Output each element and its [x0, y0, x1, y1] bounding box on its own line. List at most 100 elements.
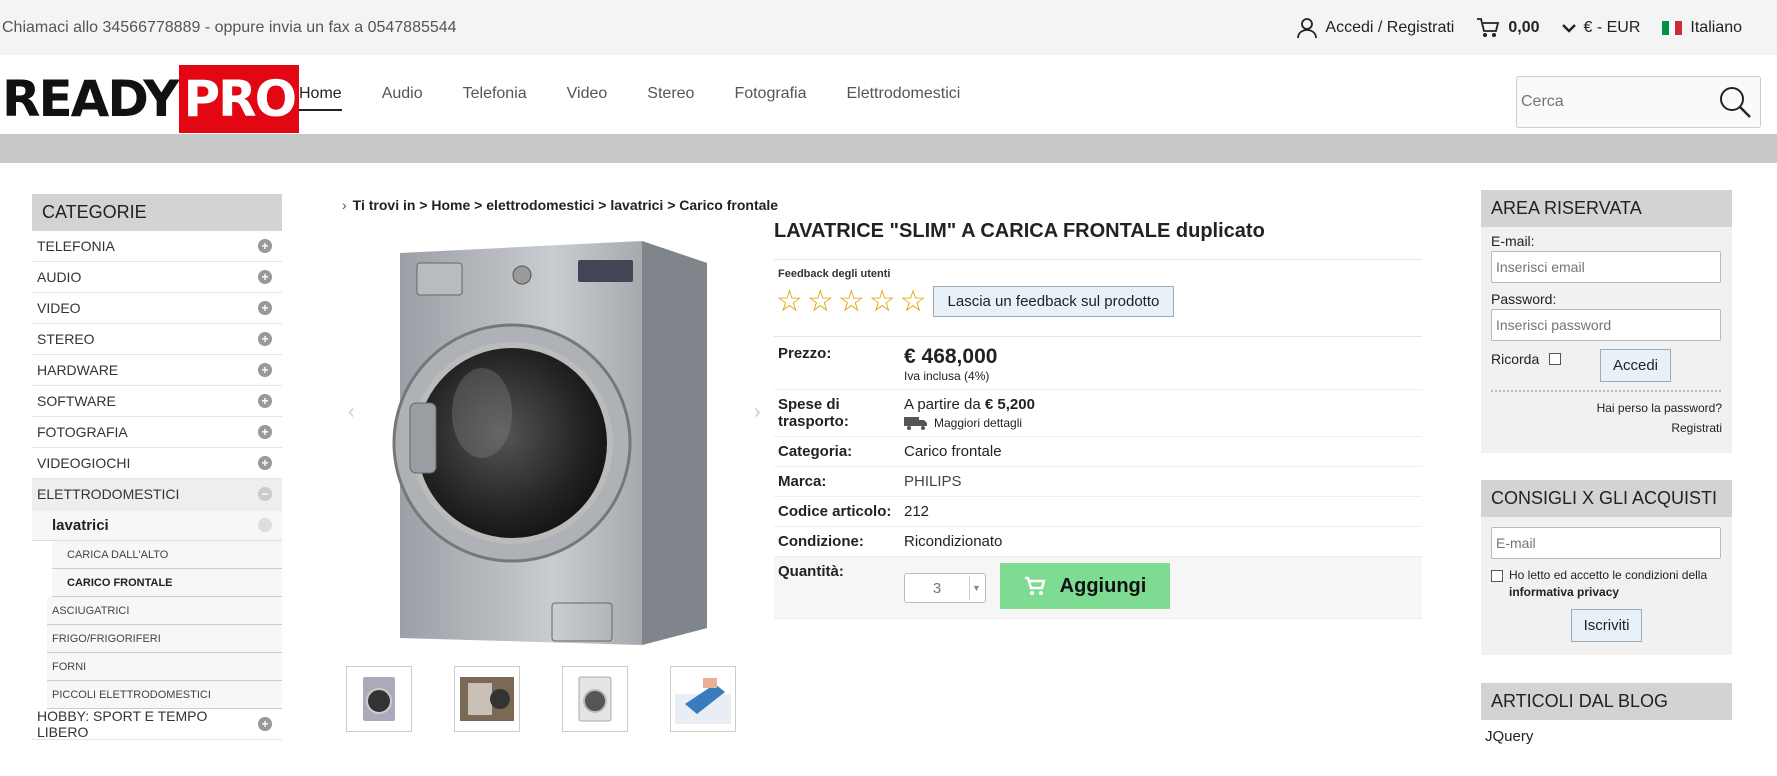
currency-selector[interactable]: € - EUR [1561, 19, 1640, 37]
nav-fotografia[interactable]: Fotografia [734, 85, 806, 111]
star-icon[interactable]: ☆ [807, 286, 834, 317]
nav-elettrodomestici[interactable]: Elettrodomestici [846, 85, 960, 111]
category-item[interactable]: FOTOGRAFIA + [32, 417, 282, 448]
brand-value[interactable]: PHILIPS [904, 473, 962, 490]
subcategory-lavatrici[interactable]: lavatrici [32, 510, 282, 541]
star-icon[interactable]: ☆ [838, 286, 865, 317]
email-field[interactable] [1491, 251, 1721, 283]
main-content: CATEGORIE TELEFONIA + AUDIO + VIDEO + STERE… [0, 163, 1777, 776]
plus-icon[interactable]: + [258, 239, 272, 253]
password-label: Password: [1491, 291, 1557, 307]
login-link[interactable]: Accedi / Registrati [1297, 17, 1454, 39]
star-icon[interactable]: ☆ [900, 286, 927, 317]
quantity-stepper[interactable]: 3 ▼ [904, 573, 986, 603]
subcategory-child-active[interactable]: CARICO FRONTALE [52, 569, 282, 597]
add-to-cart-button[interactable]: Aggiungi [1000, 563, 1170, 609]
price-value: € 468,000 [904, 345, 998, 368]
subcategory-item[interactable]: ASCIUGATRICI [47, 597, 282, 625]
plus-icon[interactable]: + [258, 717, 272, 731]
washing-machine-image[interactable] [342, 233, 737, 653]
category-label: Categoria: [778, 443, 853, 460]
plus-icon[interactable]: + [258, 425, 272, 439]
privacy-link[interactable]: informativa privacy [1509, 585, 1619, 599]
subscribe-button[interactable]: Iscriviti [1570, 609, 1643, 642]
gallery-next-icon[interactable]: › [754, 401, 761, 424]
category-item-open[interactable]: ELETTRODOMESTICI − [32, 479, 282, 510]
category-label: FOTOGRAFIA [37, 424, 128, 440]
email-label: E-mail: [1491, 233, 1535, 249]
search-icon[interactable] [1718, 85, 1752, 119]
thumbnail-strip [346, 666, 736, 732]
remember-checkbox[interactable] [1549, 353, 1562, 365]
category-item[interactable]: HOBBY: SPORT E TEMPO LIBERO + [32, 708, 282, 740]
condition-label: Condizione: [778, 533, 864, 550]
plus-icon[interactable]: + [258, 456, 272, 470]
shipping-details-link[interactable]: Maggiori dettagli [904, 416, 1035, 430]
breadcrumb-link[interactable]: lavatrici [610, 197, 663, 213]
star-icon[interactable]: ☆ [776, 286, 803, 317]
vat-note: Iva inclusa (4%) [904, 369, 990, 383]
thumbnail[interactable] [346, 666, 412, 732]
rating-stars[interactable]: ☆ ☆ ☆ ☆ ☆ Lascia un feedback sul prodott… [776, 286, 1422, 317]
thumbnail[interactable] [454, 666, 520, 732]
blog-title: ARTICOLI DAL BLOG [1481, 683, 1732, 720]
category-item[interactable]: TELEFONIA + [32, 231, 282, 262]
subcategory-child[interactable]: CARICA DALL'ALTO [52, 541, 282, 569]
category-item[interactable]: HARDWARE + [32, 355, 282, 386]
plus-icon[interactable]: + [258, 363, 272, 377]
nav-stereo[interactable]: Stereo [647, 85, 694, 111]
category-label: AUDIO [37, 269, 82, 285]
subcategory-item[interactable]: FRIGO/FRIGORIFERI [47, 625, 282, 653]
leave-feedback-button[interactable]: Lascia un feedback sul prodotto [932, 286, 1175, 317]
privacy-checkbox[interactable] [1491, 570, 1503, 582]
thumbnail[interactable] [562, 666, 628, 732]
cart-link[interactable]: 0,00 [1476, 17, 1540, 39]
breadcrumb-prefix: Ti trovi in [352, 197, 416, 213]
login-button[interactable]: Accedi [1599, 349, 1671, 382]
quantity-value[interactable]: 3 [905, 580, 969, 597]
minus-icon[interactable]: − [258, 487, 272, 501]
cart-value: 0,00 [1508, 18, 1540, 36]
brand-row: Marca: PHILIPS [774, 467, 1422, 497]
price-label: Prezzo: [778, 345, 832, 362]
subcategory-item[interactable]: PICCOLI ELETTRODOMESTICI [47, 681, 282, 709]
category-item[interactable]: VIDEOGIOCHI + [32, 448, 282, 479]
category-item[interactable]: STEREO + [32, 324, 282, 355]
chevron-down-icon[interactable]: ▼ [969, 576, 983, 600]
newsletter-title: CONSIGLI X GLI ACQUISTI [1481, 480, 1732, 517]
breadcrumb-current[interactable]: Carico frontale [679, 197, 778, 213]
category-value[interactable]: Carico frontale [904, 443, 1002, 460]
password-field[interactable] [1491, 309, 1721, 341]
forgot-password-link[interactable]: Hai perso la password? [1491, 398, 1722, 418]
search-input[interactable] [1521, 93, 1711, 111]
register-link[interactable]: Registrati [1491, 418, 1722, 438]
breadcrumb-link[interactable]: elettrodomestici [486, 197, 594, 213]
condition-value: Ricondizionato [904, 533, 1003, 550]
nav-video[interactable]: Video [567, 85, 608, 111]
newsletter-email-field[interactable] [1491, 527, 1721, 559]
nav-home[interactable]: Home [299, 85, 342, 111]
thumbnail[interactable] [670, 666, 736, 732]
breadcrumb-link[interactable]: Home [431, 197, 470, 213]
category-item[interactable]: AUDIO + [32, 262, 282, 293]
plus-icon[interactable]: + [258, 301, 272, 315]
header-divider-bar [0, 134, 1777, 163]
subcategory-item[interactable]: FORNI [47, 653, 282, 681]
top-bar-actions: Accedi / Registrati 0,00 € - EUR Italian… [1275, 17, 1742, 39]
category-label: TELEFONIA [37, 238, 115, 254]
category-item[interactable]: SOFTWARE + [32, 386, 282, 417]
nav-audio[interactable]: Audio [382, 85, 423, 111]
category-item[interactable]: VIDEO + [32, 293, 282, 324]
star-icon[interactable]: ☆ [869, 286, 896, 317]
minus-icon[interactable] [258, 518, 272, 532]
plus-icon[interactable]: + [258, 332, 272, 346]
top-bar: Chiamaci allo 34566778889 - oppure invia… [0, 0, 1777, 55]
plus-icon[interactable]: + [258, 270, 272, 284]
code-row: Codice articolo: 212 [774, 497, 1422, 527]
category-label: SOFTWARE [37, 393, 116, 409]
readypro-logo[interactable]: READY PRO [2, 65, 300, 133]
plus-icon[interactable]: + [258, 394, 272, 408]
blog-post-link[interactable]: JQuery [1481, 720, 1732, 753]
nav-telefonia[interactable]: Telefonia [463, 85, 527, 111]
language-selector[interactable]: Italiano [1662, 19, 1742, 37]
